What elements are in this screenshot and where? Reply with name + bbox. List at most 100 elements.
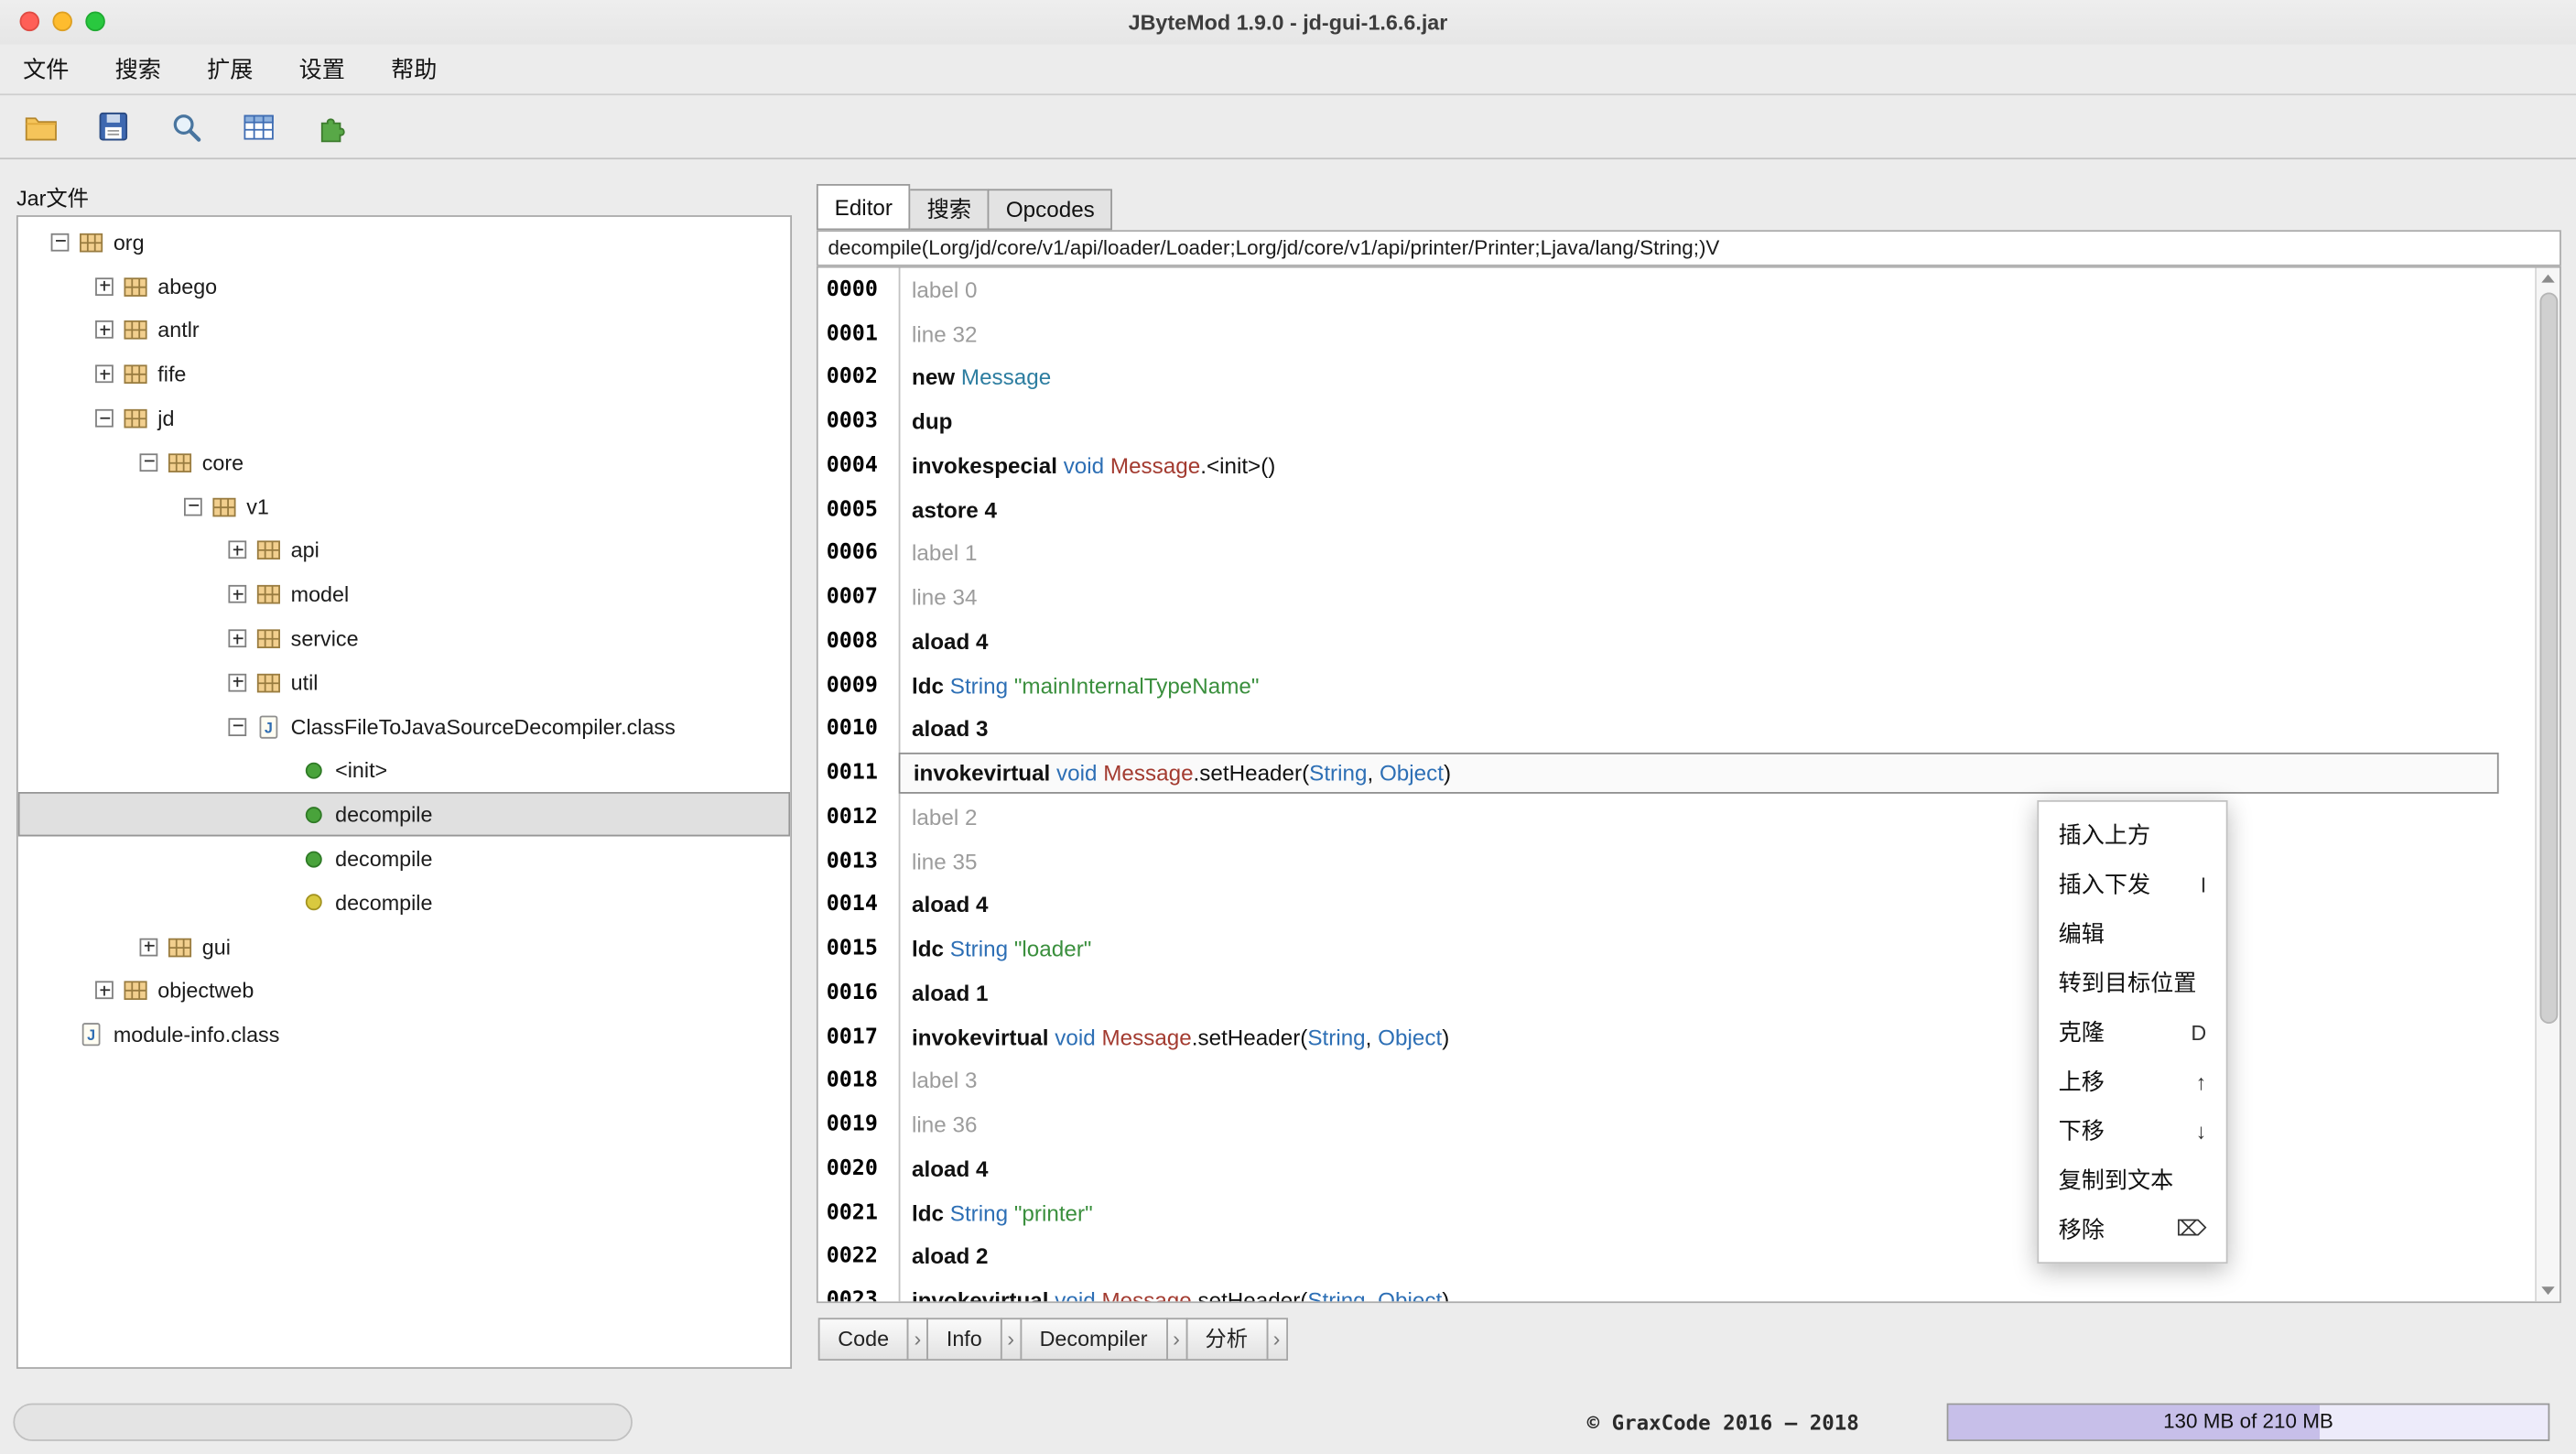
- tree-item[interactable]: org: [18, 220, 790, 264]
- tree-item[interactable]: api: [18, 528, 790, 572]
- tree-item[interactable]: decompile: [18, 837, 790, 881]
- minimize-window-button[interactable]: [52, 12, 72, 32]
- bytecode-row[interactable]: 0002new Message: [818, 356, 2535, 400]
- scroll-down-button[interactable]: [2537, 1278, 2560, 1301]
- context-menu-item[interactable]: 克隆D: [2039, 1007, 2226, 1057]
- menu-item[interactable]: 搜索: [92, 52, 183, 85]
- expand-icon[interactable]: [95, 982, 114, 1000]
- bottom-tab-analysis[interactable]: 分析: [1185, 1318, 1268, 1361]
- bytecode-editor: 0000label 00001line 320002new Message000…: [817, 266, 2561, 1303]
- chevron-right-icon: ›: [1001, 1318, 1022, 1361]
- context-menu-item[interactable]: 插入下发I: [2039, 860, 2226, 909]
- expand-icon[interactable]: [140, 938, 158, 956]
- tree-item[interactable]: gui: [18, 925, 790, 969]
- bytecode-row[interactable]: 0018label 3: [818, 1059, 2535, 1103]
- table-button[interactable]: [236, 105, 279, 148]
- menu-item[interactable]: 扩展: [184, 52, 276, 85]
- tree-item[interactable]: util: [18, 660, 790, 704]
- tab-opcodes[interactable]: Opcodes: [988, 189, 1112, 230]
- tree-item[interactable]: core: [18, 440, 790, 484]
- expand-icon[interactable]: [95, 365, 114, 384]
- bytecode-row[interactable]: 0010aload 3: [818, 708, 2535, 752]
- open-folder-button[interactable]: [20, 105, 63, 148]
- bytecode-row[interactable]: 0023invokevirtual void Message.setHeader…: [818, 1279, 2535, 1302]
- close-window-button[interactable]: [20, 12, 40, 32]
- menu-item[interactable]: 设置: [276, 52, 367, 85]
- context-menu-item[interactable]: 下移↓: [2039, 1106, 2226, 1156]
- tree-item[interactable]: v1: [18, 484, 790, 528]
- tree-item[interactable]: decompile: [18, 793, 790, 837]
- expand-icon[interactable]: [228, 674, 246, 692]
- tree-item[interactable]: JClassFileToJavaSourceDecompiler.class: [18, 704, 790, 748]
- tree-item-label: org: [114, 230, 145, 255]
- bottom-tab-decompiler[interactable]: Decompiler: [1020, 1318, 1167, 1361]
- tab-editor[interactable]: Editor: [817, 184, 911, 230]
- bytecode-row[interactable]: 0017invokevirtual void Message.setHeader…: [818, 1015, 2535, 1059]
- bytecode-row[interactable]: 0011invokevirtual void Message.setHeader…: [818, 752, 2535, 796]
- tree-item[interactable]: model: [18, 572, 790, 616]
- bytecode-row[interactable]: 0016aload 1: [818, 971, 2535, 1015]
- tree-item[interactable]: service: [18, 616, 790, 660]
- bottom-tab-code[interactable]: Code: [818, 1318, 909, 1361]
- bytecode-row[interactable]: 0003dup: [818, 400, 2535, 444]
- bytecode-row[interactable]: 0006label 1: [818, 532, 2535, 576]
- tree-item[interactable]: abego: [18, 265, 790, 309]
- tab-search[interactable]: 搜索: [909, 189, 990, 230]
- tree-item[interactable]: objectweb: [18, 969, 790, 1013]
- expand-icon[interactable]: [228, 541, 246, 559]
- tree-item[interactable]: <init>: [18, 749, 790, 793]
- context-menu-item[interactable]: 插入上方: [2039, 810, 2226, 860]
- context-menu-item[interactable]: 复制到文本: [2039, 1156, 2226, 1205]
- bytecode-row[interactable]: 0005astore 4: [818, 488, 2535, 532]
- bytecode-row[interactable]: 0004invokespecial void Message.<init>(): [818, 444, 2535, 488]
- bytecode-row[interactable]: 0013line 35: [818, 840, 2535, 884]
- context-menu-item[interactable]: 转到目标位置: [2039, 958, 2226, 1007]
- zoom-window-button[interactable]: [85, 12, 105, 32]
- bytecode-row[interactable]: 0020aload 4: [818, 1147, 2535, 1191]
- bytecode-row[interactable]: 0015ldc String "loader": [818, 928, 2535, 971]
- bytecode-row[interactable]: 0000label 0: [818, 268, 2535, 312]
- svg-text:J: J: [87, 1027, 95, 1044]
- bytecode-row[interactable]: 0012label 2: [818, 796, 2535, 840]
- scrollbar-thumb[interactable]: [2539, 292, 2558, 1024]
- collapse-icon[interactable]: [140, 453, 158, 472]
- instruction-text: aload 4: [899, 629, 2499, 654]
- collapse-icon[interactable]: [51, 233, 70, 252]
- collapse-icon[interactable]: [228, 718, 246, 736]
- bytecode-row[interactable]: 0009ldc String "mainInternalTypeName": [818, 664, 2535, 708]
- tree-item[interactable]: fife: [18, 353, 790, 396]
- expand-icon[interactable]: [95, 277, 114, 296]
- line-number: 0022: [818, 1244, 899, 1269]
- context-menu-item[interactable]: 编辑: [2039, 908, 2226, 958]
- context-menu-item[interactable]: 移除⌦: [2039, 1204, 2226, 1253]
- collapse-icon[interactable]: [184, 497, 202, 515]
- plugin-button[interactable]: [308, 105, 352, 148]
- bytecode-row[interactable]: 0022aload 2: [818, 1235, 2535, 1279]
- tree-item[interactable]: Jmodule-info.class: [18, 1013, 790, 1057]
- expand-icon[interactable]: [95, 321, 114, 340]
- instruction-text: aload 2: [899, 1244, 2499, 1269]
- line-number: 0011: [818, 761, 899, 786]
- search-button[interactable]: [164, 105, 207, 148]
- expand-icon[interactable]: [228, 629, 246, 647]
- menu-item[interactable]: 文件: [0, 52, 92, 85]
- bytecode-row[interactable]: 0007line 34: [818, 576, 2535, 620]
- context-menu-item[interactable]: 上移↑: [2039, 1057, 2226, 1106]
- scrollbar[interactable]: [2535, 268, 2560, 1302]
- scroll-up-button[interactable]: [2537, 268, 2560, 291]
- tree-item[interactable]: jd: [18, 396, 790, 440]
- bytecode-row[interactable]: 0001line 32: [818, 312, 2535, 356]
- tree-item[interactable]: decompile: [18, 881, 790, 925]
- method-icon: [306, 851, 322, 867]
- instruction-text: line 35: [899, 849, 2499, 873]
- bytecode-row[interactable]: 0019line 36: [818, 1103, 2535, 1147]
- collapse-icon[interactable]: [95, 409, 114, 428]
- expand-icon[interactable]: [228, 585, 246, 603]
- bytecode-row[interactable]: 0008aload 4: [818, 620, 2535, 664]
- bytecode-row[interactable]: 0021ldc String "printer": [818, 1191, 2535, 1235]
- save-button[interactable]: [92, 105, 135, 148]
- bottom-tab-info[interactable]: Info: [926, 1318, 1001, 1361]
- bytecode-row[interactable]: 0014aload 4: [818, 884, 2535, 928]
- tree-item[interactable]: antlr: [18, 309, 790, 353]
- menu-item[interactable]: 帮助: [368, 52, 460, 85]
